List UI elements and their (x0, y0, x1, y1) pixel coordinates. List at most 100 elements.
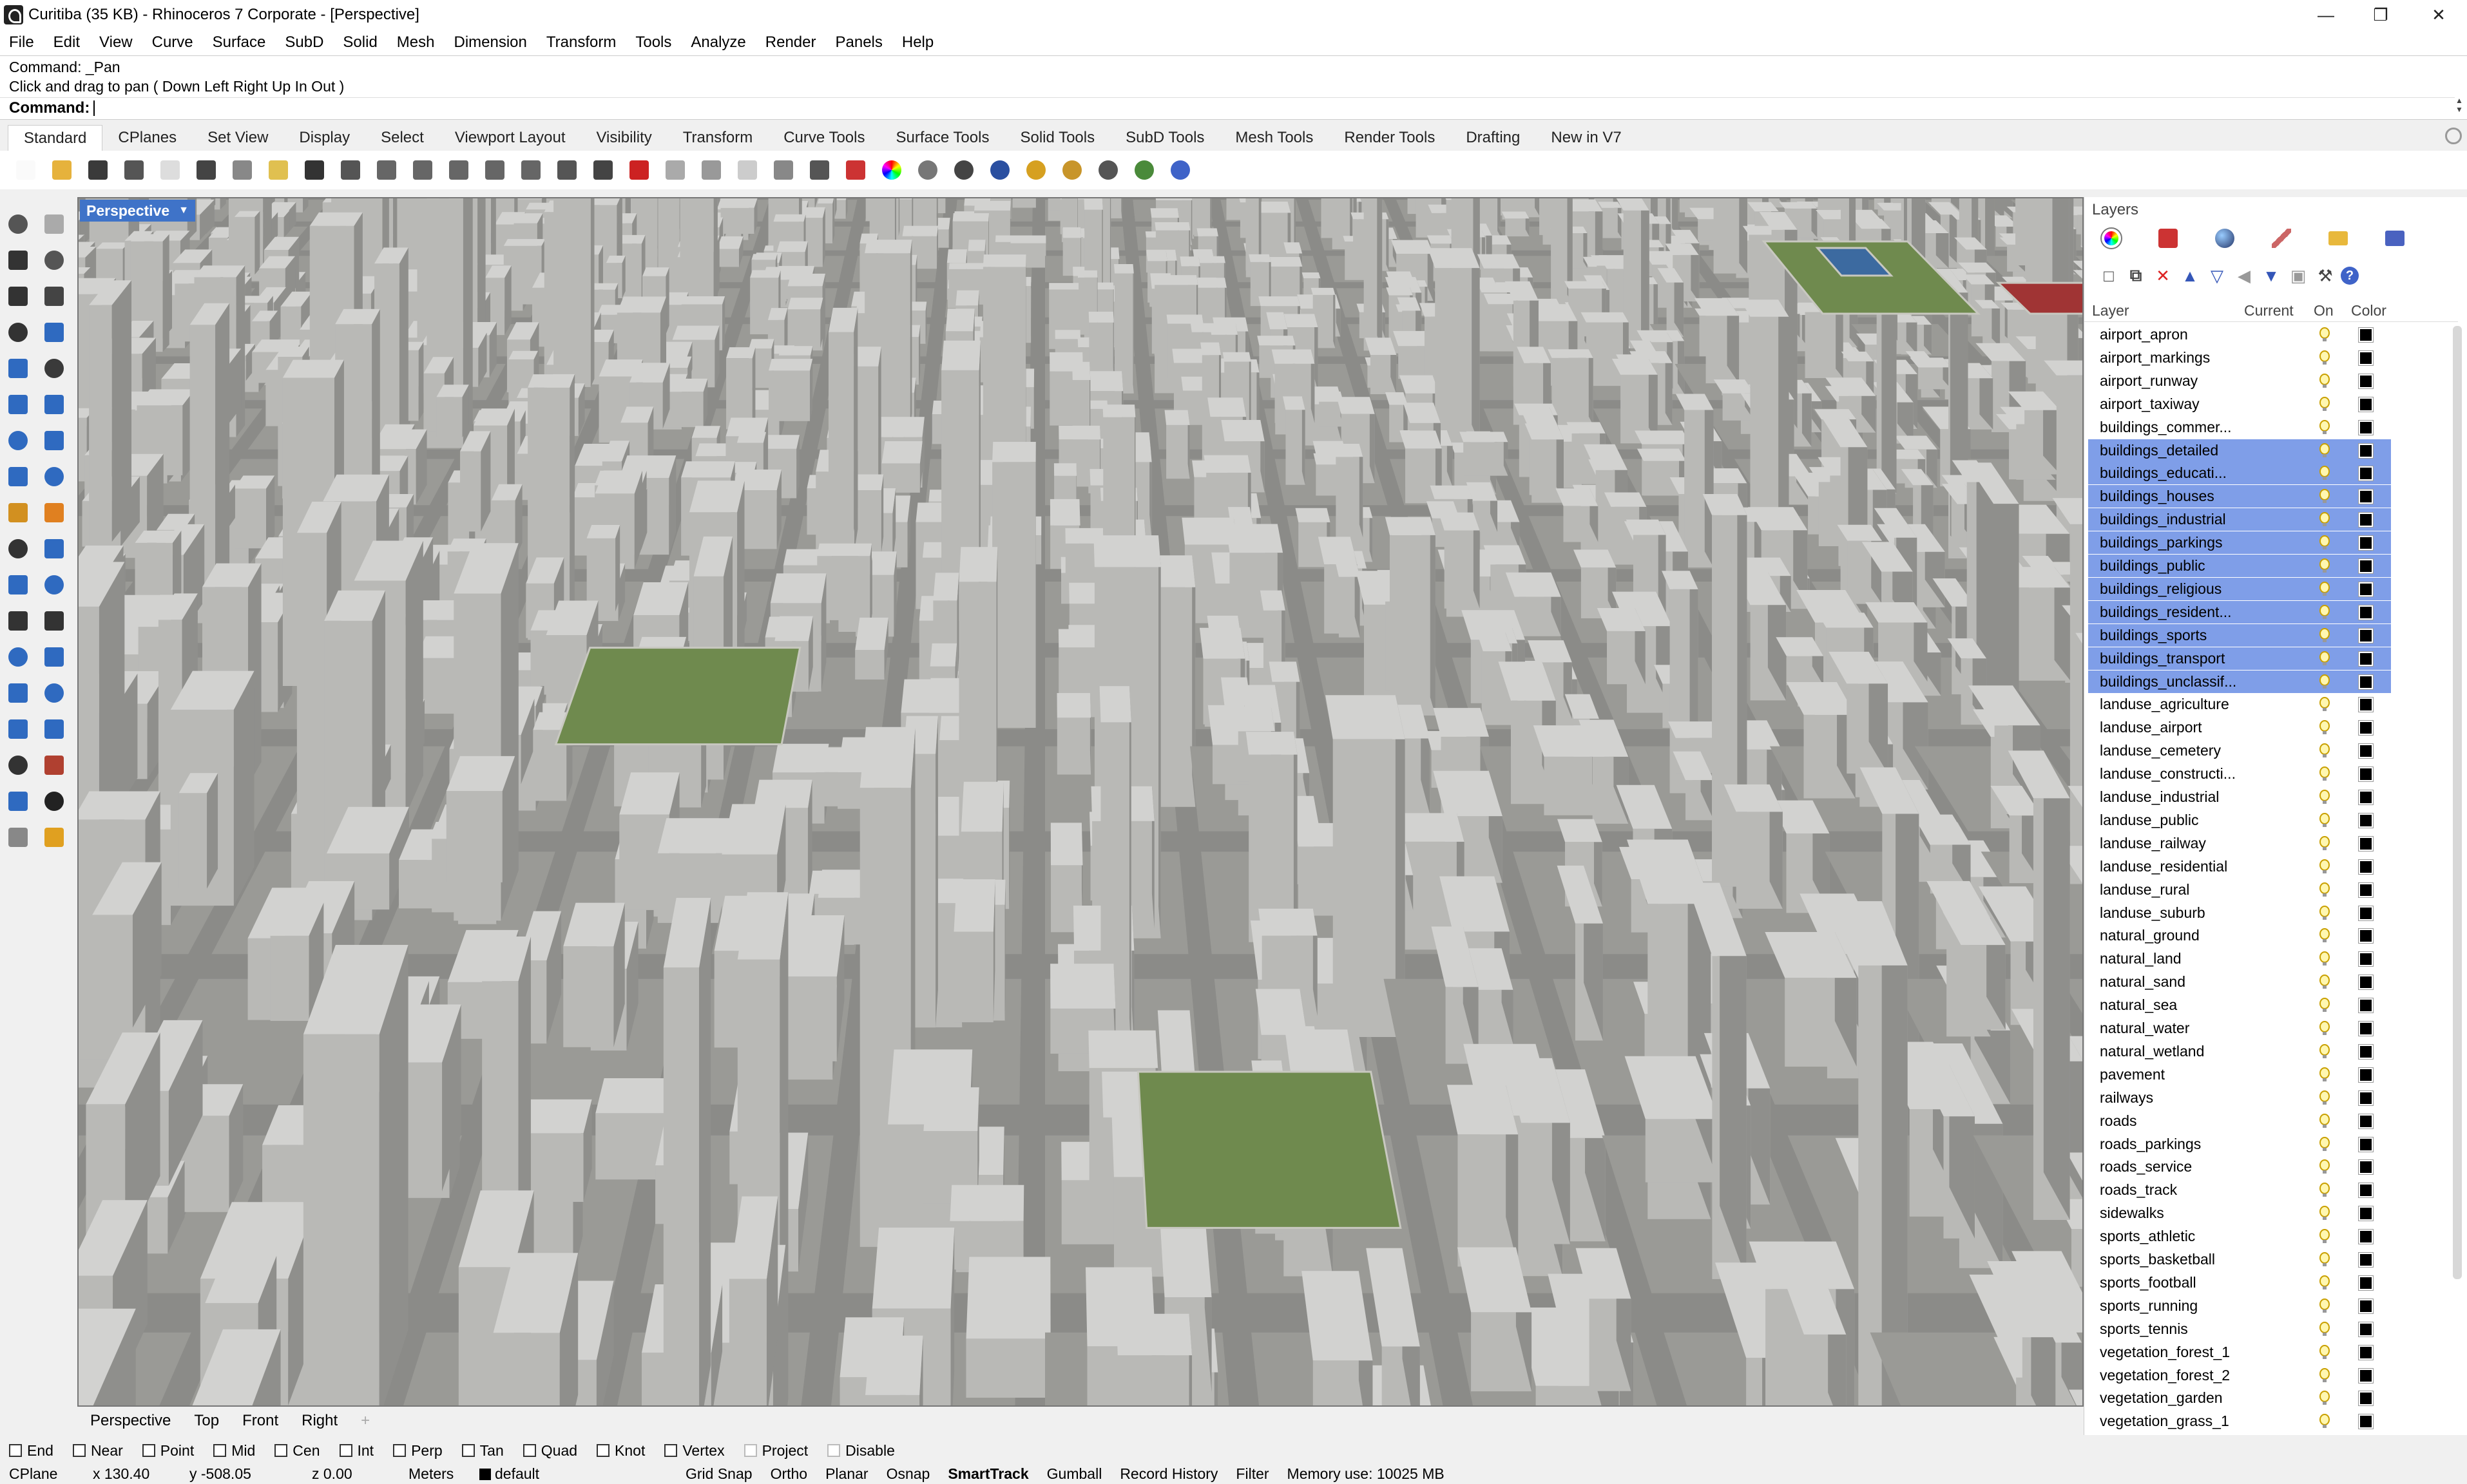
rotate-icon[interactable] (372, 156, 401, 184)
tab-curve-tools[interactable]: Curve Tools (768, 125, 880, 151)
rotate-view-icon[interactable] (553, 156, 581, 184)
zoom-extents-icon[interactable] (481, 156, 509, 184)
tab-subd-tools[interactable]: SubD Tools (1110, 125, 1220, 151)
explode-icon[interactable] (4, 499, 32, 527)
box-icon[interactable] (40, 318, 68, 347)
menu-tools[interactable]: Tools (635, 33, 671, 52)
ellipse-icon[interactable] (40, 282, 68, 310)
text-icon[interactable] (4, 643, 32, 671)
print-icon[interactable] (120, 156, 148, 184)
extrude-icon[interactable] (40, 390, 68, 419)
tab-set-view[interactable]: Set View (192, 125, 283, 151)
gumball-tool-icon[interactable] (40, 751, 68, 779)
tab-standard[interactable]: Standard (8, 125, 103, 151)
tab-select[interactable]: Select (365, 125, 439, 151)
circle-tool-icon[interactable] (4, 354, 32, 383)
solid-icon[interactable] (4, 715, 32, 743)
zoom-icon[interactable] (408, 156, 437, 184)
select-arrow-icon[interactable] (4, 210, 32, 238)
gear-settings-icon[interactable] (1058, 156, 1086, 184)
points-icon[interactable] (733, 156, 762, 184)
move-icon[interactable] (40, 679, 68, 707)
cut-icon[interactable] (192, 156, 220, 184)
sphere-icon[interactable] (986, 156, 1014, 184)
menu-subd[interactable]: SubD (285, 33, 323, 52)
grid-array-icon[interactable] (4, 751, 32, 779)
point-icon[interactable] (40, 210, 68, 238)
paste-icon[interactable] (264, 156, 293, 184)
command-input-row[interactable]: Command: (0, 97, 2455, 118)
checkmark-icon[interactable] (40, 787, 68, 815)
car-icon[interactable] (625, 156, 653, 184)
undo-icon[interactable] (300, 156, 329, 184)
tab-drafting[interactable]: Drafting (1450, 125, 1535, 151)
tab-visibility[interactable]: Visibility (581, 125, 667, 151)
material-icon[interactable] (914, 156, 942, 184)
render-icon[interactable] (950, 156, 978, 184)
menu-edit[interactable]: Edit (53, 33, 80, 52)
tab-transform[interactable]: Transform (667, 125, 768, 151)
import-icon[interactable] (156, 156, 184, 184)
camera-icon[interactable] (40, 823, 68, 851)
menu-panels[interactable]: Panels (835, 33, 882, 52)
tab-mesh-tools[interactable]: Mesh Tools (1220, 125, 1329, 151)
zoom-selected-icon[interactable] (517, 156, 545, 184)
save-icon[interactable] (84, 156, 112, 184)
command-input[interactable] (93, 100, 95, 116)
color-wheel-icon[interactable] (878, 156, 906, 184)
trim-icon[interactable] (4, 535, 32, 563)
perspective-viewport[interactable]: Perspective ▼ (77, 197, 2084, 1407)
tab-new-in-v7[interactable]: New in V7 (1535, 125, 1637, 151)
split-icon[interactable] (40, 535, 68, 563)
menu-mesh[interactable]: Mesh (397, 33, 435, 52)
menu-transform[interactable]: Transform (546, 33, 616, 52)
viewport-label[interactable]: Perspective ▼ (80, 200, 195, 222)
light-icon[interactable] (769, 156, 798, 184)
array-icon[interactable] (4, 679, 32, 707)
menu-solid[interactable]: Solid (343, 33, 377, 52)
menu-view[interactable]: View (99, 33, 133, 52)
tab-display[interactable]: Display (283, 125, 365, 151)
menu-analyze[interactable]: Analyze (691, 33, 745, 52)
menu-render[interactable]: Render (765, 33, 816, 52)
sphere-tool-icon[interactable] (4, 571, 32, 599)
new-icon[interactable] (12, 156, 40, 184)
menu-curve[interactable]: Curve (152, 33, 193, 52)
curve-icon[interactable] (40, 354, 68, 383)
zoom-window-icon[interactable] (445, 156, 473, 184)
blend-icon[interactable] (40, 607, 68, 635)
close-icon[interactable]: ✕ (2413, 0, 2464, 30)
tab-viewport-layout[interactable]: Viewport Layout (439, 125, 581, 151)
analyze-icon[interactable] (4, 787, 32, 815)
toolbar-options-gear-icon[interactable] (2445, 128, 2462, 144)
render-tool-icon[interactable] (4, 823, 32, 851)
command-scroll-up-icon[interactable]: ▲ (2455, 96, 2466, 105)
globe-icon[interactable] (1130, 156, 1158, 184)
viewport-menu-chevron-down-icon[interactable]: ▼ (178, 205, 189, 216)
dimension-icon[interactable] (697, 156, 725, 184)
tab-surface-tools[interactable]: Surface Tools (880, 125, 1004, 151)
mesh-icon[interactable] (40, 462, 68, 491)
four-viewports-icon[interactable] (589, 156, 617, 184)
menu-surface[interactable]: Surface (213, 33, 266, 52)
minimize-icon[interactable]: — (2300, 0, 2352, 30)
polygon-icon[interactable] (4, 318, 32, 347)
menu-dimension[interactable]: Dimension (454, 33, 526, 52)
pan-icon[interactable] (336, 156, 365, 184)
copy-icon[interactable] (228, 156, 256, 184)
scale-icon[interactable] (40, 643, 68, 671)
boolean-icon[interactable] (40, 426, 68, 455)
cylinder-icon[interactable] (4, 462, 32, 491)
tab-solid-tools[interactable]: Solid Tools (1004, 125, 1110, 151)
polyline-icon[interactable] (4, 246, 32, 274)
help-icon[interactable] (1166, 156, 1195, 184)
restore-icon[interactable]: ❐ (2355, 0, 2406, 30)
command-scroll-down-icon[interactable]: ▼ (2455, 105, 2466, 114)
lock-icon[interactable] (805, 156, 834, 184)
cube-icon[interactable] (4, 426, 32, 455)
hand-icon[interactable] (1022, 156, 1050, 184)
menu-file[interactable]: File (9, 33, 34, 52)
arc-icon[interactable] (4, 607, 32, 635)
layer-icon[interactable] (841, 156, 870, 184)
rectangle-icon[interactable] (40, 246, 68, 274)
